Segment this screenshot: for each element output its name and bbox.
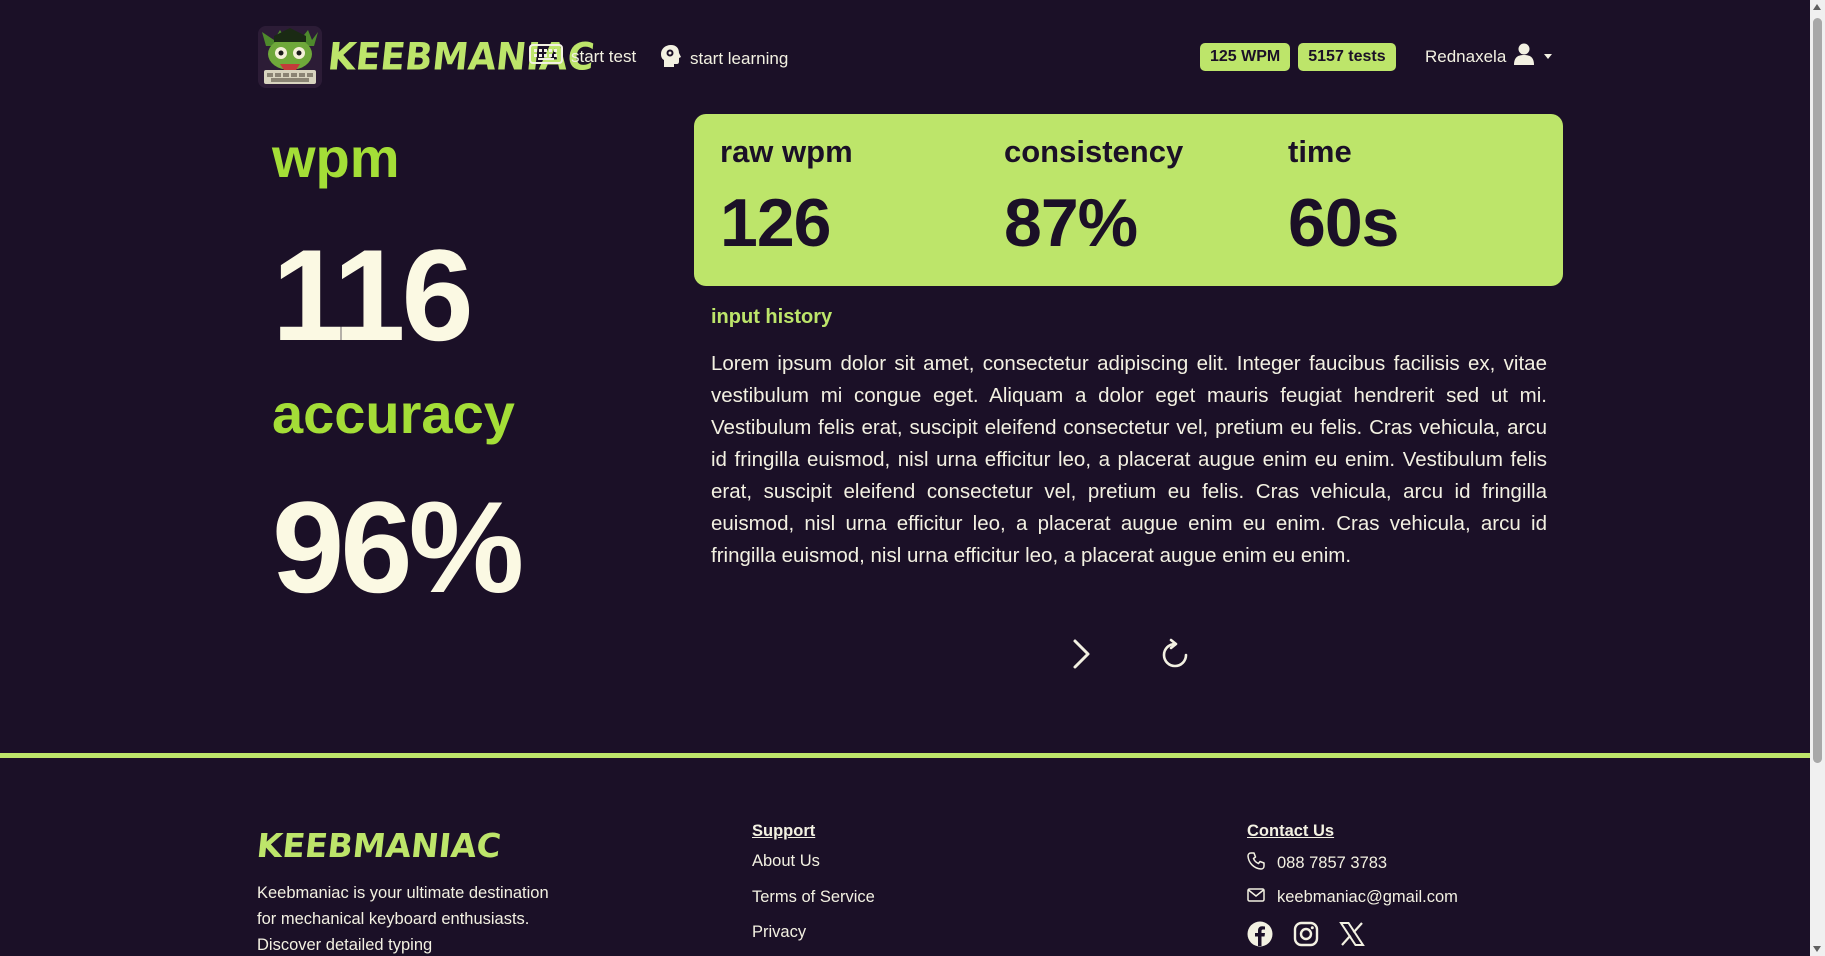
raw-wpm-stat: raw wpm 126 [720, 134, 853, 262]
contact-email[interactable]: keebmaniac@gmail.com [1247, 888, 1458, 907]
mail-icon [1247, 888, 1265, 907]
start-test-link[interactable]: start test [529, 44, 636, 69]
wpm-label: wpm [272, 126, 400, 189]
tests-count-badge: 5157 tests [1298, 43, 1396, 71]
support-title[interactable]: Support [752, 822, 815, 841]
scrollbar-thumb[interactable] [1813, 18, 1822, 763]
accuracy-value: 96% [272, 474, 524, 620]
best-wpm-badge: 125 WPM [1200, 43, 1291, 71]
footer-brand: KEEBMANIAC [254, 826, 503, 865]
accuracy-label: accuracy [272, 382, 515, 445]
time-stat: time 60s [1288, 134, 1399, 262]
social-links [1247, 921, 1365, 947]
keyboard-icon [529, 44, 563, 69]
user-stats-badges: 125 WPM 5157 tests [1200, 43, 1396, 71]
consistency-label: consistency [1004, 134, 1184, 169]
phone-number: 088 7857 3783 [1277, 854, 1388, 872]
terms-link[interactable]: Terms of Service [752, 888, 875, 907]
user-menu-toggle[interactable]: Rednaxela [1425, 43, 1553, 70]
time-value: 60s [1288, 185, 1399, 261]
x-icon[interactable] [1339, 921, 1365, 947]
user-icon [1514, 43, 1535, 70]
privacy-link[interactable]: Privacy [752, 923, 806, 942]
facebook-icon[interactable] [1247, 921, 1273, 947]
footer-description: Keebmaniac is your ultimate destination … [257, 884, 549, 954]
phone-icon [1247, 852, 1265, 875]
next-test-button[interactable] [1063, 636, 1099, 676]
contact-phone[interactable]: 088 7857 3783 [1247, 852, 1387, 875]
brain-head-icon [660, 44, 682, 73]
scroll-up-arrow-icon[interactable] [1813, 4, 1821, 10]
about-us-link[interactable]: About Us [752, 852, 820, 871]
start-learning-label: start learning [690, 48, 789, 68]
consistency-stat: consistency 87% [1004, 134, 1183, 262]
chevron-down-icon [1544, 54, 1553, 59]
email-address: keebmaniac@gmail.com [1277, 888, 1458, 906]
scroll-down-arrow-icon[interactable] [1813, 946, 1821, 952]
raw-wpm-value: 126 [720, 185, 831, 261]
restart-icon [1160, 638, 1190, 675]
username: Rednaxela [1425, 46, 1507, 66]
chevron-right-icon [1070, 638, 1092, 675]
footer-divider [0, 753, 1810, 758]
raw-wpm-label: raw wpm [720, 134, 853, 169]
page: KEEBMANIAC start test start learning 125… [0, 0, 1825, 956]
wpm-value: 116 [272, 222, 474, 368]
page-scrollbar[interactable] [1810, 0, 1825, 956]
secondary-results-card: raw wpm 126 consistency 87% time 60s [694, 114, 1563, 286]
instagram-icon[interactable] [1293, 921, 1319, 947]
start-test-label: start test [571, 46, 637, 66]
navbar: KEEBMANIAC start test start learning 125… [258, 26, 1558, 90]
restart-test-button[interactable] [1157, 636, 1193, 676]
contact-title[interactable]: Contact Us [1247, 822, 1334, 841]
input-history-title: input history [711, 306, 833, 328]
start-learning-link[interactable]: start learning [660, 44, 788, 73]
input-history-text: Lorem ipsum dolor sit amet, consectetur … [711, 352, 1547, 567]
time-label: time [1288, 134, 1352, 169]
brand-logo-icon [258, 26, 322, 88]
consistency-value: 87% [1004, 185, 1138, 261]
